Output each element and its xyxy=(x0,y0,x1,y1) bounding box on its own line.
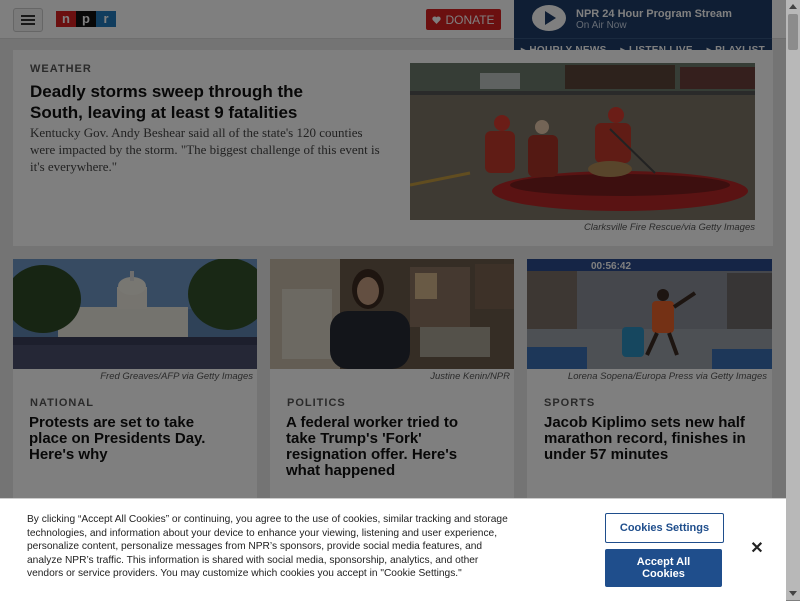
scroll-thumb[interactable] xyxy=(788,14,798,50)
cookies-settings-button[interactable]: Cookies Settings xyxy=(605,513,724,543)
scroll-down-arrow-icon[interactable] xyxy=(789,591,797,596)
scroll-up-arrow-icon[interactable] xyxy=(789,4,797,9)
cookie-consent-text: By clicking “Accept All Cookies” or cont… xyxy=(27,514,508,580)
accept-all-cookies-label: Accept All Cookies xyxy=(636,556,691,580)
vertical-scrollbar[interactable] xyxy=(786,0,800,600)
close-icon[interactable]: ✕ xyxy=(748,540,766,558)
accept-all-cookies-button[interactable]: Accept All Cookies xyxy=(605,549,722,587)
